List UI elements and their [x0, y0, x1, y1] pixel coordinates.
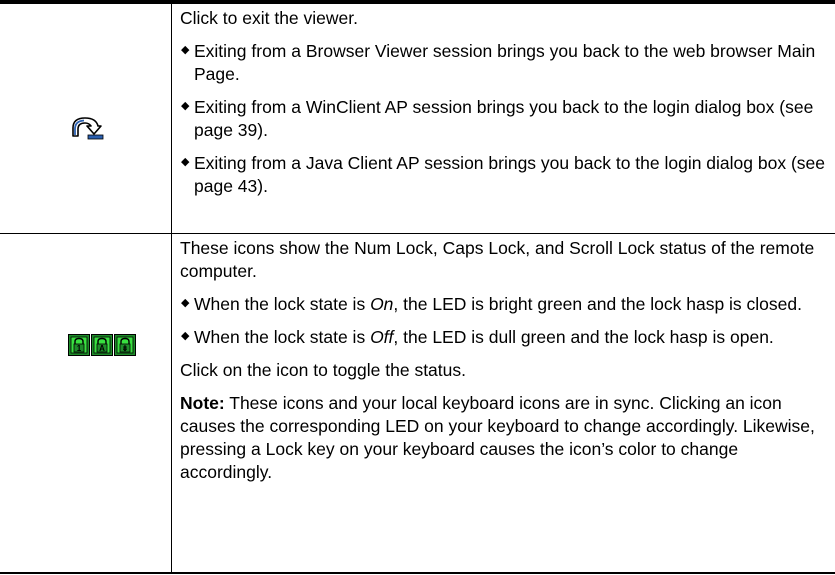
table-row-lock: 1 A ⇟ These icons show the Num Lock, Cap…	[0, 234, 835, 574]
feature-table: Click to exit the viewer. ◆ Exiting from…	[0, 0, 835, 574]
lock-description: These icons show the Num Lock, Caps Lock…	[180, 238, 815, 281]
icon-cell-exit	[0, 4, 172, 233]
diamond-bullet-icon: ◆	[181, 330, 190, 342]
bullet-item: ◆ Exiting from a Browser Viewer session …	[180, 40, 827, 86]
toggle-instruction: Click on the icon to toggle the status.	[180, 360, 466, 380]
bullet-text: Exiting from a WinClient AP session brin…	[194, 97, 814, 140]
diamond-bullet-icon: ◆	[181, 100, 190, 112]
diamond-bullet-icon: ◆	[181, 156, 190, 168]
exit-viewer-icon	[72, 117, 104, 140]
scroll-lock-icon: ⇟	[114, 334, 136, 356]
icon-cell-lock: 1 A ⇟	[0, 234, 172, 572]
diamond-bullet-icon: ◆	[181, 44, 190, 56]
bullet-item: ◆ When the lock state is Off, the LED is…	[180, 326, 827, 349]
bullet-text-suffix: , the LED is dull green and the lock has…	[393, 327, 774, 347]
lock-icons-group: 1 A ⇟	[68, 334, 136, 356]
bullet-text-prefix: When the lock state is	[194, 327, 371, 347]
bullet-item: ◆ Exiting from a WinClient AP session br…	[180, 96, 827, 142]
description-cell-lock: These icons show the Num Lock, Caps Lock…	[172, 234, 835, 572]
state-on: On	[370, 294, 394, 314]
state-off: Off	[370, 327, 394, 347]
note-label: Note:	[180, 393, 225, 413]
diamond-bullet-icon: ◆	[181, 297, 190, 309]
table-row-exit: Click to exit the viewer. ◆ Exiting from…	[0, 4, 835, 234]
bullet-item: ◆ When the lock state is On, the LED is …	[180, 293, 827, 316]
svg-text:1: 1	[77, 344, 82, 353]
description-cell-exit: Click to exit the viewer. ◆ Exiting from…	[172, 4, 835, 233]
note-text: These icons and your local keyboard icon…	[180, 393, 815, 482]
bullet-text-prefix: When the lock state is	[194, 294, 371, 314]
bullet-item: ◆ Exiting from a Java Client AP session …	[180, 152, 827, 198]
bullet-text: Exiting from a Java Client AP session br…	[194, 153, 825, 196]
bullet-text-suffix: , the LED is bright green and the lock h…	[393, 294, 802, 314]
bullet-text: Exiting from a Browser Viewer session br…	[194, 41, 816, 84]
note-paragraph: Note: These icons and your local keyboar…	[180, 392, 827, 484]
exit-description: Click to exit the viewer.	[180, 8, 358, 28]
svg-text:⇟: ⇟	[122, 344, 129, 353]
svg-text:A: A	[99, 344, 105, 353]
num-lock-icon: 1	[68, 334, 90, 356]
caps-lock-icon: A	[91, 334, 113, 356]
